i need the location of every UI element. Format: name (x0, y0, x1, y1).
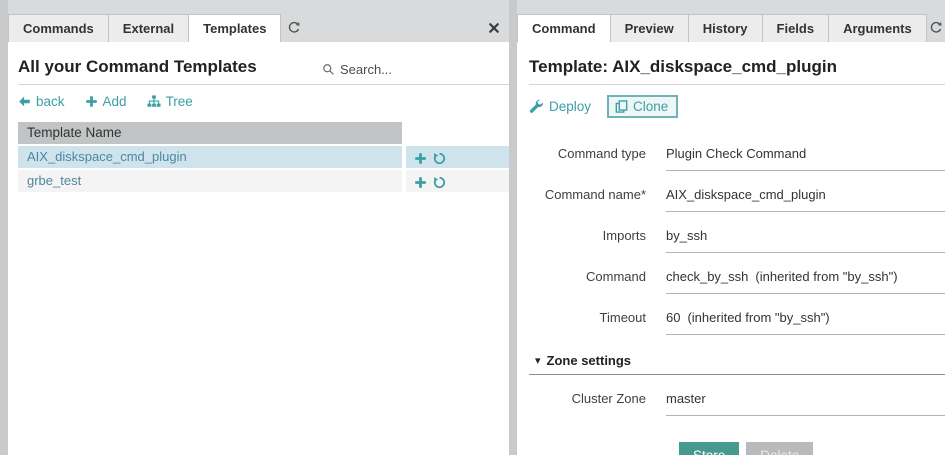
form-field-command: Command check_by_ssh (inherited from "by_… (529, 267, 945, 294)
template-name-cell: grbe_test (18, 170, 402, 192)
right-tabbar: Command Preview History Fields Arguments (517, 0, 945, 42)
table-row: AIX_diskspace_cmd_plugin (18, 146, 509, 168)
back-link-label: back (36, 94, 65, 109)
form-field-timeout: Timeout 60 (inherited from "by_ssh") (529, 308, 945, 335)
history-icon[interactable] (433, 152, 446, 165)
field-note: (inherited from "by_ssh") (687, 310, 829, 325)
tab-preview[interactable]: Preview (611, 14, 689, 42)
plus-icon (85, 95, 98, 108)
sitemap-icon (147, 95, 161, 108)
field-label: Timeout (529, 308, 666, 335)
search-icon (322, 63, 335, 76)
field-note: (inherited from "by_ssh") (755, 269, 897, 284)
template-link[interactable]: AIX_diskspace_cmd_plugin (27, 149, 187, 164)
row-actions-cell (406, 170, 509, 192)
tree-link[interactable]: Tree (147, 94, 193, 109)
plus-icon[interactable] (414, 176, 427, 189)
deploy-link[interactable]: Deploy (529, 99, 591, 114)
app-window: Commands External Templates All your Com… (0, 0, 945, 455)
table-header-template-name: Template Name (18, 122, 402, 144)
table-row: grbe_test (18, 170, 509, 192)
search-input[interactable] (340, 62, 505, 77)
clone-button[interactable]: Clone (607, 95, 678, 118)
table-header-row: Template Name (18, 122, 509, 144)
action-links: back Add (18, 85, 509, 119)
search-box (322, 62, 509, 77)
field-label: Command name* (529, 185, 666, 212)
template-detail-panel: Command Preview History Fields Arguments… (517, 0, 945, 455)
tab-arguments[interactable]: Arguments (829, 14, 927, 42)
left-header-row: All your Command Templates (18, 58, 509, 85)
timeout-field[interactable]: 60 (inherited from "by_ssh") (666, 308, 945, 335)
table-header-actions (406, 122, 509, 144)
field-value-text: Plugin Check Command (666, 146, 806, 161)
close-icon[interactable] (481, 14, 507, 42)
template-title: Template: AIX_diskspace_cmd_plugin (529, 58, 945, 77)
row-actions-cell (406, 146, 509, 168)
field-label: Imports (529, 226, 666, 253)
tab-external[interactable]: External (109, 14, 189, 42)
tree-link-label: Tree (166, 94, 193, 109)
arrow-left-icon (18, 95, 31, 108)
form-buttons: Store Delete (679, 442, 945, 455)
deploy-link-label: Deploy (549, 99, 591, 114)
back-link[interactable]: back (18, 94, 65, 109)
store-button[interactable]: Store (679, 442, 739, 455)
right-header-row: Template: AIX_diskspace_cmd_plugin (529, 58, 945, 85)
left-tabbar: Commands External Templates (8, 0, 509, 42)
form-field-cluster-zone: Cluster Zone master (529, 389, 945, 416)
left-content: All your Command Templates (8, 42, 509, 455)
zone-settings-title: Zone settings (547, 353, 632, 368)
wrench-icon (529, 99, 543, 113)
right-content: Template: AIX_diskspace_cmd_plugin Deplo… (517, 42, 945, 455)
clone-icon (615, 100, 628, 113)
field-value-text: by_ssh (666, 228, 707, 243)
field-label: Cluster Zone (529, 389, 666, 416)
command-type-field[interactable]: Plugin Check Command (666, 144, 945, 171)
field-label: Command type (529, 144, 666, 171)
tab-templates[interactable]: Templates (189, 14, 281, 42)
refresh-icon[interactable] (927, 14, 945, 42)
add-link[interactable]: Add (85, 94, 127, 109)
template-table: Template Name AIX_diskspace_cmd_plugin (18, 122, 509, 192)
commands-panel: Commands External Templates All your Com… (8, 0, 509, 455)
template-link[interactable]: grbe_test (27, 173, 81, 188)
form-field-command-name: Command name* AIX_diskspace_cmd_plugin (529, 185, 945, 212)
field-label: Command (529, 267, 666, 294)
command-template-form: Command type Plugin Check Command Comman… (529, 144, 945, 455)
page-title: All your Command Templates (18, 58, 257, 77)
clone-button-label: Clone (633, 99, 668, 114)
zone-settings-section-toggle[interactable]: ▾ Zone settings (529, 349, 945, 375)
field-value-text: master (666, 391, 706, 406)
cluster-zone-field[interactable]: master (666, 389, 945, 416)
add-link-label: Add (103, 94, 127, 109)
tab-fields[interactable]: Fields (763, 14, 830, 42)
plus-icon[interactable] (414, 152, 427, 165)
refresh-icon[interactable] (281, 14, 307, 42)
tab-commands[interactable]: Commands (8, 14, 109, 42)
form-field-command-type: Command type Plugin Check Command (529, 144, 945, 171)
tab-command[interactable]: Command (517, 14, 611, 42)
field-value-text: check_by_ssh (666, 269, 748, 284)
imports-field[interactable]: by_ssh (666, 226, 945, 253)
caret-down-icon: ▾ (535, 354, 541, 367)
command-name-field[interactable]: AIX_diskspace_cmd_plugin (666, 185, 945, 212)
field-value-text: 60 (666, 310, 680, 325)
field-value-text: AIX_diskspace_cmd_plugin (666, 187, 826, 202)
template-name-cell: AIX_diskspace_cmd_plugin (18, 146, 402, 168)
delete-button[interactable]: Delete (746, 442, 813, 455)
template-toolbar: Deploy Clone (529, 85, 945, 122)
tab-history[interactable]: History (689, 14, 763, 42)
left-gutter (0, 0, 8, 455)
panel-divider (509, 0, 517, 455)
history-icon[interactable] (433, 176, 446, 189)
form-field-imports: Imports by_ssh (529, 226, 945, 253)
command-field[interactable]: check_by_ssh (inherited from "by_ssh") (666, 267, 945, 294)
